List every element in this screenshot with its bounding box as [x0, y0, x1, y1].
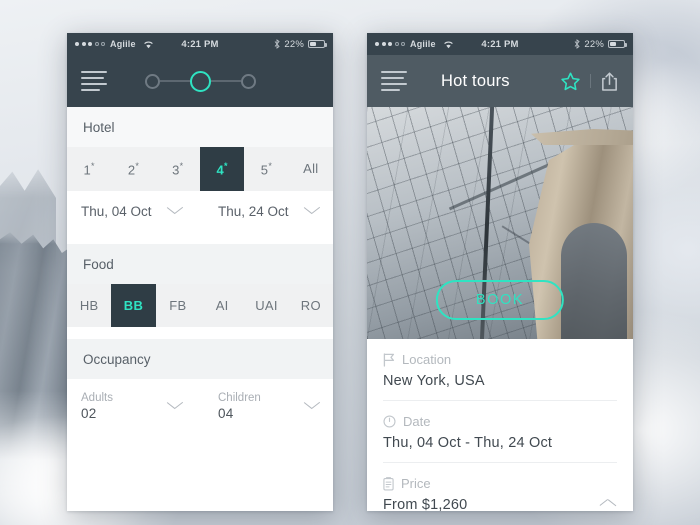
food-option-ai[interactable]: AI — [200, 284, 244, 327]
chevron-up-icon[interactable] — [600, 505, 615, 511]
nav-actions — [560, 71, 619, 92]
signal-dots-icon — [75, 42, 105, 46]
date-range-row: Thu, 04 Oct Thu, 24 Oct — [67, 191, 333, 233]
battery-icon — [608, 40, 627, 48]
share-icon[interactable] — [600, 71, 619, 92]
chevron-down-icon — [167, 402, 182, 411]
clock-icon — [383, 415, 396, 428]
clipboard-icon — [383, 476, 394, 491]
wifi-icon — [443, 40, 454, 49]
adults-value: 02 — [81, 406, 97, 422]
check-in-date-picker[interactable]: Thu, 04 Oct — [67, 191, 196, 233]
flag-icon — [383, 352, 395, 367]
phone-filters-screen: Agiile 4:21 PM 22% Hotel 1* 2* 3* 4* 5* … — [67, 33, 333, 511]
food-segmented-control: HB BB FB AI UAI RO — [67, 284, 333, 328]
children-label: Children — [218, 392, 261, 405]
signal-dots-icon — [375, 42, 405, 46]
detail-date-label: Date — [403, 414, 431, 429]
wifi-icon — [143, 40, 154, 49]
chevron-down-icon — [304, 207, 319, 216]
children-value: 04 — [218, 406, 234, 422]
section-title-occupancy: Occupancy — [67, 339, 333, 380]
food-option-bb-selected[interactable]: BB — [111, 284, 156, 328]
status-right-group: 22% — [574, 38, 627, 50]
food-option-ro[interactable]: RO — [289, 284, 333, 327]
hamburger-menu-icon[interactable] — [81, 71, 107, 91]
occupancy-row: Adults 02 Children 04 — [67, 379, 333, 435]
step-dot-2-active[interactable] — [189, 70, 211, 92]
detail-date-head: Date — [383, 414, 617, 429]
detail-location-head: Location — [383, 352, 617, 367]
battery-icon — [308, 40, 327, 48]
check-out-value: Thu, 24 Oct — [218, 204, 289, 220]
hotel-option-4-selected[interactable]: 4* — [199, 147, 245, 192]
status-bar-right: Agiile 4:21 PM 22% — [367, 33, 633, 55]
book-button[interactable]: BOOK — [435, 280, 565, 320]
detail-location: Location New York, USA — [383, 339, 617, 401]
filters-body: Hotel 1* 2* 3* 4* 5* All Thu, 04 Oct Thu… — [67, 107, 333, 511]
detail-date-value: Thu, 04 Oct - Thu, 24 Oct — [383, 435, 553, 451]
chevron-down-icon — [167, 207, 182, 216]
status-bar-left: Agiile 4:21 PM 22% — [67, 33, 333, 55]
adults-picker[interactable]: Adults 02 — [67, 379, 196, 435]
hotel-option-3[interactable]: 3* — [156, 147, 200, 191]
nav-bar-right: Hot tours — [367, 55, 633, 107]
hero-tower-arch — [561, 223, 627, 339]
nav-divider — [590, 74, 591, 88]
check-out-date-picker[interactable]: Thu, 24 Oct — [200, 191, 333, 233]
hero-image: BOOK — [367, 107, 633, 339]
food-option-uai[interactable]: UAI — [244, 284, 288, 327]
detail-price-head: Price — [383, 476, 617, 491]
battery-percent-label: 22% — [584, 38, 604, 50]
step-line-2 — [210, 80, 241, 82]
section-title-hotel: Hotel — [67, 107, 333, 147]
status-right-group: 22% — [274, 38, 327, 50]
detail-location-value: New York, USA — [383, 373, 485, 389]
step-line-1 — [159, 80, 190, 82]
nav-bar-left — [67, 55, 333, 107]
battery-percent-label: 22% — [284, 38, 304, 50]
star-icon[interactable] — [560, 71, 581, 92]
hotel-star-segmented-control: 1* 2* 3* 4* 5* All — [67, 147, 333, 192]
carrier-label: Agiile — [410, 39, 436, 49]
food-option-fb[interactable]: FB — [156, 284, 200, 327]
children-stack: Children 04 — [218, 392, 261, 421]
hotel-option-2[interactable]: 2* — [111, 147, 155, 191]
adults-stack: Adults 02 — [81, 392, 113, 421]
hamburger-menu-icon[interactable] — [381, 71, 407, 91]
detail-price: Price From $1,260 — [383, 463, 617, 511]
tour-details-list: Location New York, USA Date Thu, 04 Oct … — [367, 339, 633, 511]
adults-label: Adults — [81, 392, 113, 405]
bluetooth-icon — [575, 39, 581, 49]
food-option-hb[interactable]: HB — [67, 284, 111, 327]
screenshot-canvas: Agiile 4:21 PM 22% Hotel 1* 2* 3* 4* 5* … — [0, 0, 700, 525]
detail-price-value: From $1,260 — [383, 497, 468, 511]
children-picker[interactable]: Children 04 — [200, 379, 333, 435]
check-in-value: Thu, 04 Oct — [81, 204, 152, 220]
hotel-option-5[interactable]: 5* — [244, 147, 288, 191]
detail-location-label: Location — [402, 352, 452, 367]
detail-date: Date Thu, 04 Oct - Thu, 24 Oct — [383, 401, 617, 463]
bluetooth-icon — [275, 39, 281, 49]
step-dot-1[interactable] — [144, 73, 160, 89]
detail-price-label: Price — [401, 476, 431, 491]
carrier-label: Agiile — [110, 39, 136, 49]
hotel-option-1[interactable]: 1* — [67, 147, 111, 191]
chevron-down-icon — [304, 402, 319, 411]
step-dot-3[interactable] — [240, 73, 256, 89]
section-title-food: Food — [67, 244, 333, 285]
hotel-option-all[interactable]: All — [289, 147, 333, 191]
phone-tour-detail-screen: Agiile 4:21 PM 22% Hot tours BOOK Locati… — [367, 33, 633, 511]
page-title: Hot tours — [441, 71, 510, 90]
